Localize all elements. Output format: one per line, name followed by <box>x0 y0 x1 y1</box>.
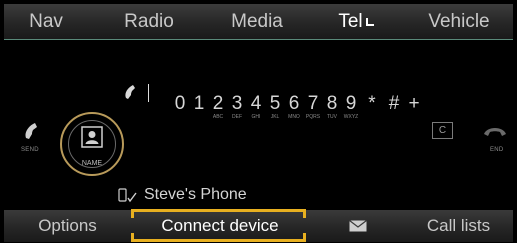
submenu-marker-icon <box>365 18 374 26</box>
tab-vehicle-label: Vehicle <box>428 11 490 32</box>
key-digit: + <box>408 93 420 114</box>
tab-media-label: Media <box>231 11 283 32</box>
tab-tel[interactable]: Tel <box>316 4 396 39</box>
selection-highlight <box>131 209 306 242</box>
selection-corner <box>303 233 306 242</box>
tab-nav-label: Nav <box>29 11 63 32</box>
selection-corner <box>131 209 134 218</box>
key-digit: # <box>388 93 400 114</box>
phone-connected-icon <box>118 188 137 203</box>
key-plus[interactable]: + <box>407 94 421 114</box>
key-4[interactable]: 4 GHI <box>249 93 263 121</box>
key-6[interactable]: 6 MNO <box>287 93 301 121</box>
tab-nav[interactable]: Nav <box>6 4 86 39</box>
selection-corner <box>303 209 306 218</box>
key-digit: * <box>368 93 376 114</box>
key-3[interactable]: 3 DEF <box>230 93 244 121</box>
key-hash[interactable]: # <box>387 94 401 114</box>
key-digit: 2 <box>212 93 224 114</box>
key-0[interactable]: 0 <box>173 94 187 114</box>
key-digit: 4 <box>250 93 262 114</box>
key-digit: 8 <box>326 93 338 114</box>
selection-corner <box>131 233 134 242</box>
top-tab-bar: Nav Radio Media Tel Vehicle <box>4 4 513 40</box>
dialer-area: SEND NAME 0 1 2 ABC 3 DEF 4 GHI 5 JKL 6 MNO 7… <box>4 40 513 208</box>
clear-button[interactable]: C <box>432 122 453 139</box>
send-handset-icon[interactable] <box>22 120 44 142</box>
tel-screen: Nav Radio Media Tel Vehicle SEND NAME 0 … <box>0 0 517 243</box>
number-input-cursor[interactable] <box>148 84 149 102</box>
handset-icon <box>125 85 135 99</box>
key-digit: 6 <box>288 93 300 114</box>
device-name: Steve's Phone <box>144 186 247 203</box>
key-star[interactable]: * <box>365 94 379 114</box>
name-label: NAME <box>81 160 103 167</box>
send-label: SEND <box>21 147 39 153</box>
key-8[interactable]: 8 TUV <box>325 93 339 121</box>
key-digit: 1 <box>193 93 205 114</box>
options-button[interactable]: Options <box>4 210 131 242</box>
tab-radio-label: Radio <box>124 11 174 32</box>
end-call-icon[interactable] <box>482 122 508 140</box>
key-digit: 5 <box>269 93 281 114</box>
tab-vehicle[interactable]: Vehicle <box>409 4 509 39</box>
key-digit: 9 <box>345 93 357 114</box>
envelope-icon <box>349 220 367 232</box>
call-lists-button[interactable]: Call lists <box>406 210 511 242</box>
tab-media[interactable]: Media <box>212 4 302 39</box>
messages-button[interactable] <box>310 210 404 242</box>
key-digit: 0 <box>174 93 186 114</box>
key-1[interactable]: 1 <box>192 94 206 114</box>
key-digit: 7 <box>307 93 319 114</box>
key-digit: 3 <box>231 93 243 114</box>
key-9[interactable]: 9 WXYZ <box>344 93 358 121</box>
key-2[interactable]: 2 ABC <box>211 93 225 121</box>
key-5[interactable]: 5 JKL <box>268 93 282 121</box>
tab-tel-label: Tel <box>338 11 363 32</box>
contact-card-icon <box>81 126 103 148</box>
key-7[interactable]: 7 PQRS <box>306 93 320 121</box>
end-label: END <box>490 147 504 153</box>
key-letters: WXYZ <box>343 114 359 120</box>
tab-radio[interactable]: Radio <box>104 4 194 39</box>
